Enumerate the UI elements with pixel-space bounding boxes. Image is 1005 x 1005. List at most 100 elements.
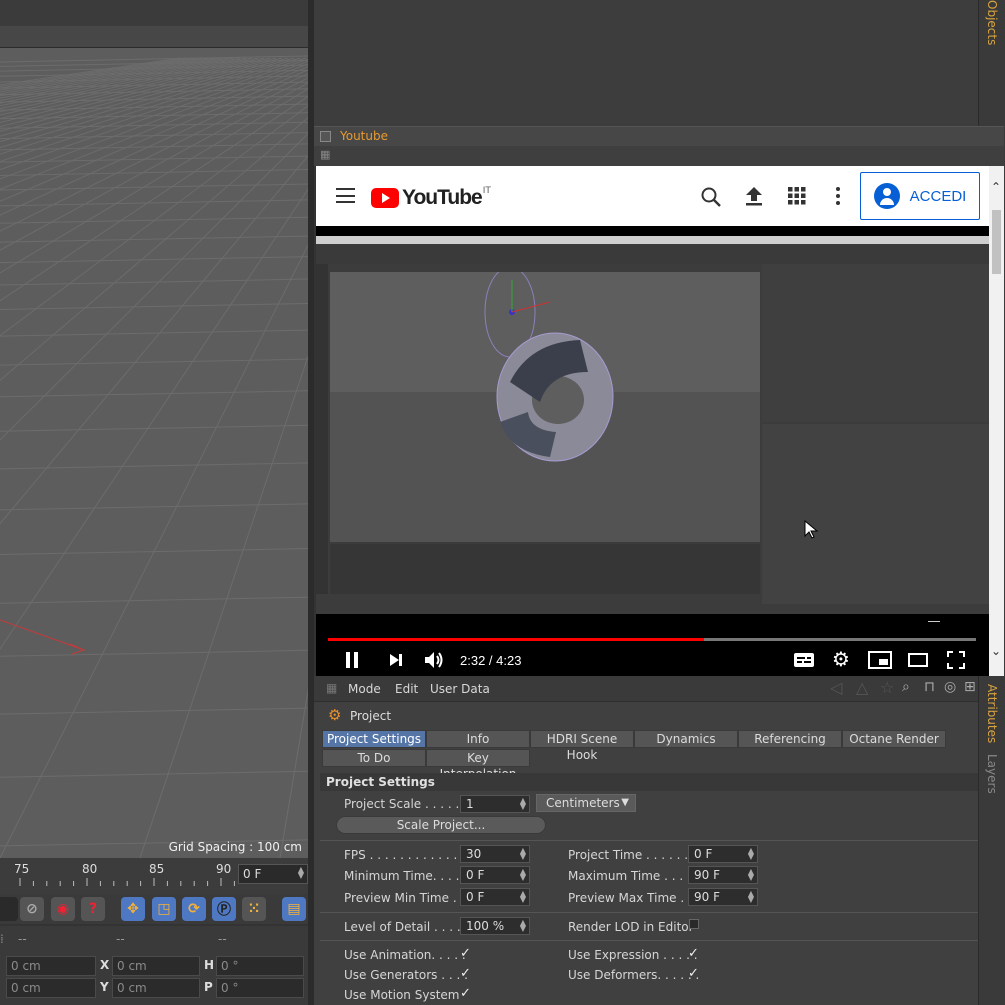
use-animation-checkbox[interactable]: ✓ — [460, 946, 471, 961]
tab-dynamics[interactable]: Dynamics — [634, 730, 738, 748]
scale-tool-icon[interactable]: ◳ — [152, 897, 176, 921]
level-of-detail-field[interactable]: 100 % ▲ ▼ — [460, 917, 530, 935]
scroll-thumb[interactable] — [992, 210, 1001, 274]
project-time-value: 0 F — [694, 847, 713, 861]
browser-scrollbar[interactable]: ⌃ ⌄ — [989, 166, 1004, 676]
scroll-up-icon[interactable]: ⌃ — [991, 180, 1001, 194]
position-y-field[interactable]: 0 cm — [6, 978, 96, 998]
tab-info[interactable]: Info — [426, 730, 530, 748]
preview-max-time-value: 90 F — [694, 890, 720, 904]
target-icon[interactable]: ◎ — [944, 679, 956, 695]
preview-max-time-field[interactable]: 90 F ▲ ▼ — [688, 888, 758, 906]
rotation-p-field[interactable]: 0 ° — [216, 978, 304, 998]
use-motion-system-checkbox[interactable]: ✓ — [460, 986, 471, 1001]
search-icon[interactable]: ⌕ — [902, 679, 910, 695]
coord-header: -- — [18, 932, 27, 946]
scroll-down-icon[interactable]: ⌄ — [991, 644, 1001, 658]
tab-octane-render[interactable]: Octane Render — [842, 730, 946, 748]
video-app-objects — [762, 264, 989, 422]
project-scale-field[interactable]: 1 ▲ ▼ — [460, 795, 530, 813]
more-vert-icon[interactable] — [834, 186, 842, 206]
menu-mode[interactable]: Mode — [348, 682, 381, 696]
video-app-viewport — [330, 272, 760, 542]
point-tool-icon[interactable]: Ⓟ — [212, 897, 236, 921]
theater-mode-icon[interactable] — [908, 653, 928, 667]
size-x-field[interactable]: 0 cm — [112, 956, 200, 976]
signin-label: ACCEDI — [909, 187, 967, 205]
size-y-field[interactable]: 0 cm — [112, 978, 200, 998]
tab-project-settings[interactable]: Project Settings — [322, 730, 426, 748]
move-tool-icon[interactable]: ✥ — [121, 897, 145, 921]
apps-grid-icon[interactable] — [787, 186, 807, 206]
preview-min-time-value: 0 F — [466, 890, 485, 904]
fullscreen-icon[interactable] — [947, 651, 965, 669]
search-icon[interactable] — [700, 186, 722, 208]
video-progress-bar[interactable] — [328, 638, 976, 641]
fps-field[interactable]: 30 ▲ ▼ — [460, 845, 530, 863]
current-frame-field[interactable]: 0 F ▲ ▼ — [238, 864, 308, 884]
scale-project-button[interactable]: Scale Project... — [336, 816, 546, 834]
tab-hdri-scene-hook[interactable]: HDRI Scene Hook — [530, 730, 634, 762]
preview-min-time-field[interactable]: 0 F ▲ ▼ — [460, 888, 530, 906]
rotate-tool-icon[interactable]: ⟳ — [182, 897, 206, 921]
cursor-icon — [804, 520, 819, 539]
tab-layers[interactable]: Layers — [985, 754, 999, 794]
miniplayer-icon[interactable] — [868, 651, 892, 669]
project-time-label: Project Time . . . . . . . . — [568, 848, 704, 862]
new-panel-icon[interactable]: ⊞ — [964, 679, 976, 695]
grid-dots-icon[interactable]: ⁙ — [242, 897, 266, 921]
use-generators-checkbox[interactable]: ✓ — [460, 966, 471, 981]
settings-gear-icon[interactable]: ⚙ — [832, 647, 850, 671]
tab-objects[interactable]: Objects — [985, 0, 999, 45]
bookmark-icon[interactable]: ☆ — [880, 678, 894, 697]
signin-button[interactable]: ACCEDI — [860, 172, 980, 220]
tab-referencing[interactable]: Referencing — [738, 730, 842, 748]
grid-spacing-label: Grid Spacing : 100 cm — [168, 840, 302, 854]
menu-edit[interactable]: Edit — [395, 682, 418, 696]
panel-icon — [320, 131, 331, 142]
lock-icon[interactable]: ⊓ — [924, 679, 935, 695]
key-disabled-icon[interactable]: ⊘ — [20, 897, 44, 921]
volume-icon[interactable] — [423, 650, 445, 670]
size-x-label: X — [100, 958, 110, 972]
rotation-p-label: P — [204, 980, 213, 994]
next-icon[interactable] — [388, 652, 404, 668]
back-arrow-icon[interactable]: ◁ — [830, 678, 842, 697]
tab-to-do[interactable]: To Do — [322, 749, 426, 767]
attribute-manager: ▦ Mode Edit User Data ◁ △ ☆ ⌕ ⊓ ◎ ⊞ ⚙ Pr… — [314, 676, 978, 1005]
3d-viewport[interactable]: Grid Spacing : 100 cm — [0, 0, 308, 858]
rotation-h-field[interactable]: 0 ° — [216, 956, 304, 976]
film-icon[interactable]: ▤ — [282, 897, 306, 921]
object-manager[interactable] — [314, 0, 978, 126]
use-expression-checkbox[interactable]: ✓ — [688, 946, 699, 961]
browser-view[interactable]: YouTube IT ACCEDI 2:32 / 4:23 ⚙ — [316, 166, 989, 676]
maximum-time-field[interactable]: 90 F ▲ ▼ — [688, 866, 758, 884]
tab-key-interpolation[interactable]: Key Interpolation — [426, 749, 530, 781]
video-app-toolbar — [316, 244, 989, 264]
project-scale-unit-dropdown[interactable]: Centimeters ▼ — [536, 794, 636, 812]
viewport-header — [0, 26, 308, 48]
render-lod-checkbox[interactable] — [689, 919, 699, 929]
upload-icon[interactable] — [744, 185, 764, 207]
video-player[interactable]: 2:32 / 4:23 ⚙ — [316, 226, 989, 676]
use-deformers-checkbox[interactable]: ✓ — [688, 966, 699, 981]
caption-indicator — [928, 618, 940, 622]
minimum-time-field[interactable]: 0 F ▲ ▼ — [460, 866, 530, 884]
up-arrow-icon[interactable]: △ — [856, 678, 868, 697]
tab-attributes[interactable]: Attributes — [985, 684, 999, 743]
help-icon[interactable]: ? — [81, 897, 105, 921]
position-x-field[interactable]: 0 cm — [6, 956, 96, 976]
subtitles-icon[interactable] — [793, 652, 815, 668]
coord-header: -- — [116, 932, 125, 946]
autokey-icon[interactable]: ◉ — [51, 897, 75, 921]
position-y-value: 0 cm — [11, 981, 41, 995]
project-time-field[interactable]: 0 F ▲ ▼ — [688, 845, 758, 863]
hamburger-menu-icon[interactable] — [336, 188, 355, 203]
timeline-tick: 90 — [216, 862, 232, 876]
youtube-logo[interactable]: YouTube IT — [371, 186, 491, 210]
video-frame — [316, 236, 989, 614]
menu-user-data[interactable]: User Data — [430, 682, 490, 696]
record-icon[interactable] — [0, 897, 18, 921]
pause-icon[interactable] — [344, 650, 360, 670]
current-frame-value: 0 F — [243, 867, 262, 881]
